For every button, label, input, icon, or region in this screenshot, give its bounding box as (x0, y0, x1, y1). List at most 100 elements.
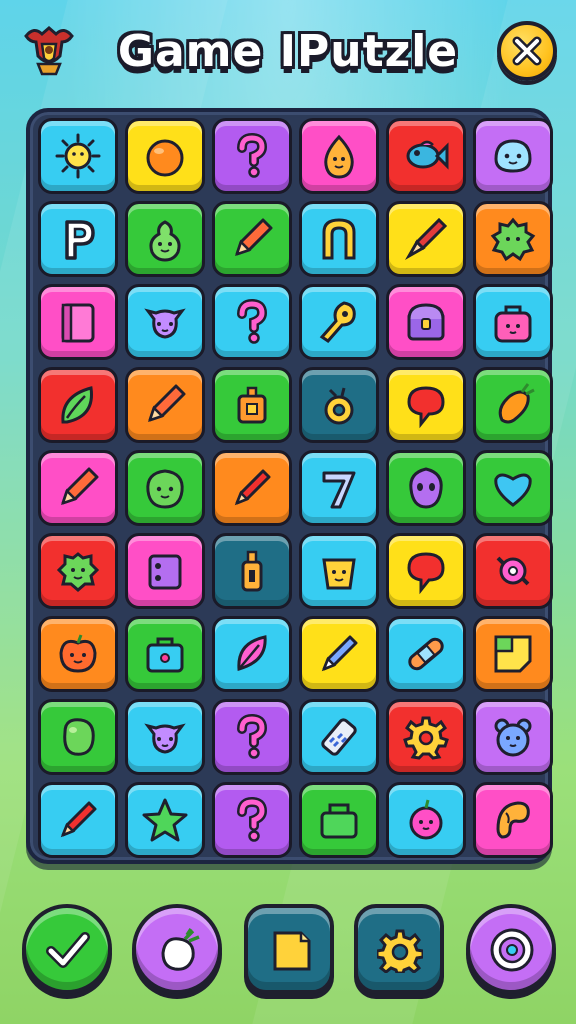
puzzle-tile[interactable] (38, 699, 118, 775)
puzzle-tile[interactable] (386, 450, 466, 526)
puzzle-tile[interactable] (473, 616, 553, 692)
crayon-icon (234, 469, 271, 506)
puzzle-tile[interactable] (125, 782, 205, 858)
pencil-icon (148, 384, 186, 422)
puzzle-tile[interactable] (473, 284, 553, 360)
puzzle-tile[interactable] (299, 616, 379, 692)
puzzle-tile[interactable] (125, 367, 205, 443)
puzzle-tile[interactable] (299, 201, 379, 277)
puzzle-tile[interactable] (125, 118, 205, 194)
puzzle-tile[interactable] (212, 201, 292, 277)
monster-face-icon (56, 552, 100, 592)
puzzle-tile[interactable] (473, 533, 553, 609)
puzzle-tile[interactable] (299, 533, 379, 609)
brush-icon (404, 217, 448, 261)
bucket-face-icon (322, 558, 356, 590)
bag-face-icon (494, 305, 532, 343)
puzzle-tile[interactable] (473, 118, 553, 194)
blob-face-icon (146, 469, 184, 509)
candy-icon (496, 556, 530, 586)
radish-icon (161, 928, 200, 971)
pencil-icon (235, 218, 273, 256)
puzzle-tile[interactable] (125, 201, 205, 277)
puzzle-tile[interactable] (38, 533, 118, 609)
puzzle-tile[interactable] (125, 616, 205, 692)
puzzle-tile[interactable] (473, 782, 553, 858)
puzzle-tile[interactable] (125, 699, 205, 775)
puzzle-tile[interactable] (386, 367, 466, 443)
puzzle-tile[interactable] (38, 118, 118, 194)
puzzle-tile[interactable] (299, 450, 379, 526)
bandage-icon (408, 637, 444, 671)
hint-button[interactable] (132, 904, 222, 994)
leaf-icon (61, 386, 93, 424)
puzzle-tile[interactable] (212, 616, 292, 692)
door-box-icon (61, 303, 95, 343)
number-seven-icon (322, 471, 356, 509)
gear-blob-icon (490, 217, 536, 262)
puzzle-tile[interactable] (212, 118, 292, 194)
apple-face-icon (59, 634, 97, 673)
puzzle-tile[interactable] (386, 284, 466, 360)
puzzle-tile[interactable] (38, 284, 118, 360)
puzzle-tile[interactable] (473, 201, 553, 277)
puzzle-tile[interactable] (299, 118, 379, 194)
puzzle-tile[interactable] (473, 367, 553, 443)
bear-face-icon (494, 718, 532, 757)
puzzle-tile[interactable] (299, 367, 379, 443)
puzzle-tile[interactable] (386, 782, 466, 858)
power-up-button[interactable] (466, 904, 556, 994)
star-icon (142, 798, 188, 842)
puzzle-tile[interactable] (125, 533, 205, 609)
gear-icon (377, 929, 423, 973)
notes-button[interactable] (244, 904, 334, 994)
battery-icon (321, 718, 357, 756)
puzzle-tile[interactable] (386, 118, 466, 194)
puzzle-tile[interactable] (386, 533, 466, 609)
settings-button[interactable] (354, 904, 444, 994)
bottle-icon (241, 550, 263, 592)
puzzle-tile[interactable] (38, 201, 118, 277)
puzzle-tile[interactable] (38, 616, 118, 692)
croissant-icon (496, 801, 530, 839)
puzzle-tile[interactable] (299, 699, 379, 775)
puzzle-tile[interactable] (212, 450, 292, 526)
cat-face-icon (144, 308, 186, 339)
puzzle-tile[interactable] (473, 450, 553, 526)
puzzle-tile[interactable] (299, 782, 379, 858)
puzzle-tile[interactable] (212, 782, 292, 858)
confirm-button[interactable] (22, 904, 112, 994)
puzzle-tile[interactable] (125, 450, 205, 526)
lantern-box-icon (237, 386, 267, 424)
ghost-face-icon (494, 139, 532, 173)
puzzle-tile[interactable] (386, 699, 466, 775)
orange-fruit-icon (146, 139, 184, 177)
target-icon (490, 928, 534, 972)
header: Game IPutzle (0, 0, 576, 110)
puzzle-tile[interactable] (212, 284, 292, 360)
puzzle-tile[interactable] (38, 367, 118, 443)
puzzle-tile[interactable] (38, 450, 118, 526)
basket-icon (320, 803, 358, 839)
close-button[interactable] (497, 21, 557, 81)
carrot-icon (498, 383, 535, 424)
letter-p-icon (65, 220, 95, 260)
puzzle-tile[interactable] (386, 201, 466, 277)
puzzle-tile[interactable] (386, 616, 466, 692)
question-mark-icon (237, 132, 268, 178)
puzzle-tile[interactable] (212, 699, 292, 775)
question-mark-icon (237, 796, 268, 842)
pencil-icon (61, 467, 99, 505)
puzzle-tile[interactable] (212, 533, 292, 609)
puzzle-tile[interactable] (299, 284, 379, 360)
cat-face-icon (144, 723, 186, 754)
jelly-bean-icon (63, 718, 95, 756)
question-mark-icon (237, 713, 268, 759)
puzzle-tile[interactable] (473, 699, 553, 775)
alien-face-icon (409, 467, 443, 509)
puzzle-tile[interactable] (212, 367, 292, 443)
puzzle-tile[interactable] (38, 782, 118, 858)
crayon-icon (60, 801, 97, 838)
egg-icon (324, 134, 354, 179)
puzzle-tile[interactable] (125, 284, 205, 360)
